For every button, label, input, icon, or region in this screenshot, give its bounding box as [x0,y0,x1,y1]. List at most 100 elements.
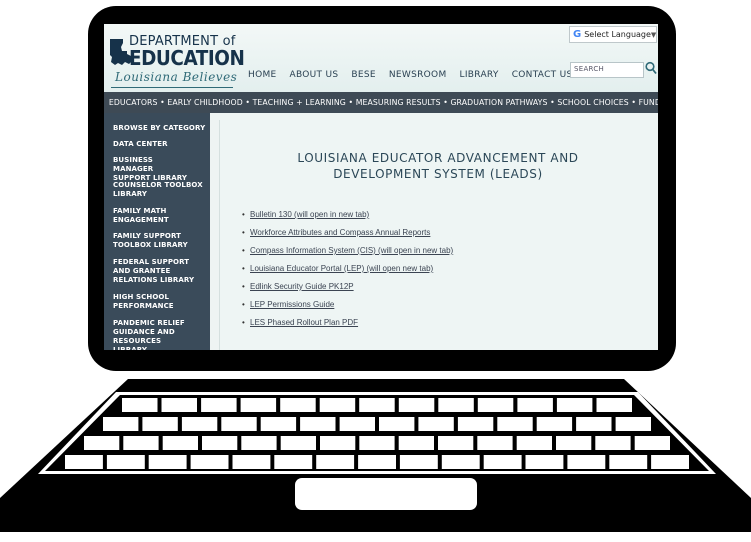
keyboard-key [103,417,139,431]
keyboard-key [556,436,592,450]
link-lep-permissions-guide[interactable]: LEP Permissions Guide [250,300,334,309]
keyboard-key [441,455,480,469]
link-compass-information-system[interactable]: Compass Information System (CIS) (will o… [250,246,453,255]
logo-underline [111,87,233,88]
list-item: • Compass Information System (CIS) (will … [242,246,453,255]
keyboard-key [399,455,438,469]
sidebar-item-business-manager[interactable]: BUSINESS MANAGER SUPPORT LIBRARY [113,156,193,183]
keyboard-key [241,436,277,450]
trackpad [295,478,477,510]
keyboard-key [567,455,606,469]
logo-education-text: EDUCATION [129,46,245,70]
keyboard-key [161,398,197,412]
bullet: • [242,318,245,327]
list-item: • LES Phased Rollout Plan PDF [242,318,358,327]
list-item: • LEP Permissions Guide [242,300,334,309]
bullet: • [242,210,245,219]
nav-newsroom[interactable]: NEWSROOM [389,70,447,80]
bullet: • [242,228,245,237]
keyboard-key [201,398,237,412]
bullet: • [242,264,245,273]
nav-library[interactable]: LIBRARY [460,70,499,80]
search-input[interactable]: SEARCH [570,62,644,78]
keyboard-key [536,417,573,431]
keyboard-key [457,417,494,431]
list-item: • Workforce Attributes and Compass Annual… [242,228,430,237]
keyboard-key [339,417,375,431]
keyboard-key [483,455,522,469]
nav-home[interactable]: HOME [248,70,277,80]
keyboard-key [359,398,395,412]
keyboard-key [398,398,435,412]
list-item: • Louisiana Educator Portal (LEP) (will o… [242,264,433,273]
keyboard-key [438,398,474,412]
bullet: • [242,300,245,309]
sidebar-item-high-school-performance[interactable]: HIGH SCHOOL PERFORMANCE [113,293,177,311]
site-logo[interactable]: DEPARTMENT of EDUCATION Louisiana Believ… [109,34,245,94]
keyboard-key [438,436,474,450]
sidebar-item-family-support[interactable]: FAMILY SUPPORT TOOLBOX LIBRARY [113,232,193,250]
keyboard-key [477,398,514,412]
keyboard-key [477,436,513,450]
keyboard-key [517,398,553,412]
keyboard-key [525,455,564,469]
keyboard-key [232,455,271,469]
nav-about-us[interactable]: ABOUT US [290,70,339,80]
keyboard-key [418,417,454,431]
keyboard-key [274,455,313,469]
keyboard-key [320,436,356,450]
keyboard-key [202,436,238,450]
keyboard-key [260,417,297,431]
keyboard-key [609,455,648,469]
keyboard-key [497,417,533,431]
sidebar: BROWSE BY CATEGORY DATA CENTER BUSINESS … [104,113,210,350]
keyboard-key [596,398,632,412]
page-title-text: LOUISIANA EDUCATOR ADVANCEMENT AND DEVEL… [297,151,579,181]
keyboard-key [162,436,198,450]
sidebar-item-data-center[interactable]: DATA CENTER [113,140,207,149]
logo-tagline: Louisiana Believes [115,70,238,84]
sidebar-item-pandemic-relief[interactable]: PANDEMIC RELIEF GUIDANCE AND RESOURCES L… [113,319,197,350]
keyboard-key [65,455,103,469]
keyboard-key [316,455,355,469]
list-item: • Bulletin 130 (will open in new tab) [242,210,369,219]
sidebar-item-counselor-toolbox[interactable]: COUNSELOR TOOLBOX LIBRARY [113,181,205,199]
sidebar-item-family-math[interactable]: FAMILY MATH ENGAGEMENT [113,207,179,225]
keyboard-key [615,417,651,431]
category-nav-items[interactable]: EDUCATORS • EARLY CHILDHOOD • TEACHING +… [104,98,658,107]
link-bulletin-130[interactable]: Bulletin 130 (will open in new tab) [250,210,369,219]
main-nav: HOME ABOUT US BESE NEWSROOM LIBRARY CONT… [248,70,586,80]
link-workforce-attributes[interactable]: Workforce Attributes and Compass Annual … [250,228,430,237]
keyboard-key [359,436,395,450]
link-edlink-security-guide[interactable]: Edlink Security Guide PK12P [250,282,354,291]
link-les-phased-rollout[interactable]: LES Phased Rollout Plan PDF [250,318,358,327]
main-content: LOUISIANA EDUCATOR ADVANCEMENT AND DEVEL… [219,120,656,350]
bullet: • [242,282,245,291]
keyboard-key [142,417,178,431]
keyboard-key [651,455,689,469]
category-nav-bar: EDUCATORS • EARLY CHILDHOOD • TEACHING +… [104,92,658,113]
keyboard-key [221,417,257,431]
link-educator-portal[interactable]: Louisiana Educator Portal (LEP) (will op… [250,264,433,273]
keyboard-key [398,436,434,450]
google-g-icon: G [573,29,582,40]
browser-screen: DEPARTMENT of EDUCATION Louisiana Believ… [104,24,658,350]
list-item: • Edlink Security Guide PK12P [242,282,354,291]
keyboard-key [300,417,336,431]
page-title: LOUISIANA EDUCATOR ADVANCEMENT AND DEVEL… [220,150,656,182]
sidebar-item-browse-by-category[interactable]: BROWSE BY CATEGORY [113,124,207,133]
keyboard-key [190,455,229,469]
sidebar-item-federal-support[interactable]: FEDERAL SUPPORT AND GRANTEE RELATIONS LI… [113,258,207,285]
nav-bese[interactable]: BESE [351,70,375,80]
keyboard-key [634,436,670,450]
keyboard-key [595,436,631,450]
keyboard-key [123,436,159,450]
nav-contact-us[interactable]: CONTACT US [512,70,573,80]
keyboard-key [122,398,158,412]
keyboard-key [181,417,218,431]
bullet: • [242,246,245,255]
keyboard-key [556,398,593,412]
search-icon[interactable] [645,61,657,75]
keyboard-key [319,398,356,412]
language-selector[interactable]: G Select Language ▼ [569,26,657,43]
